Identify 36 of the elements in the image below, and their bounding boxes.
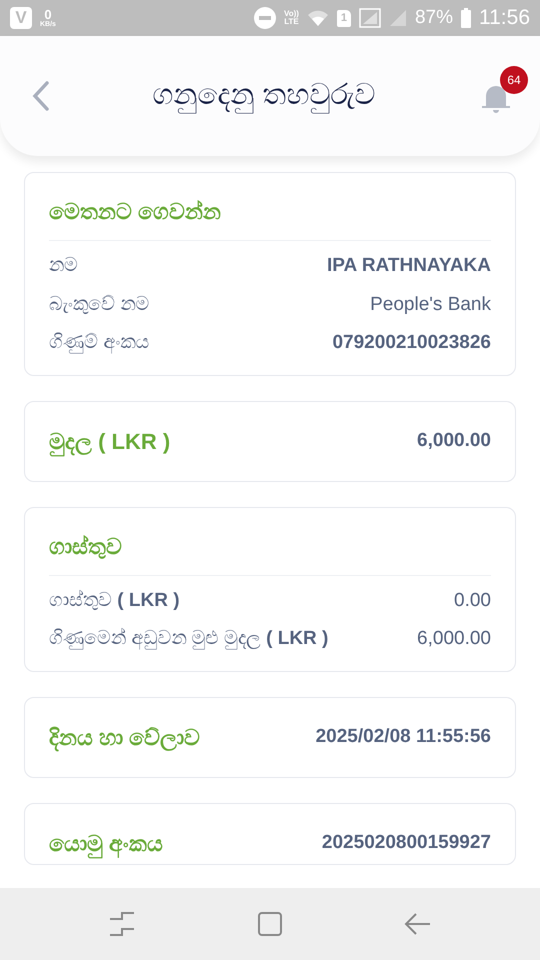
wifi-icon: [306, 9, 329, 27]
section-title: මෙතනට ගෙවන්න: [49, 198, 222, 226]
page-title: ගනුදෙනු තහවුරුව: [152, 78, 376, 116]
field-value: 6,000.00: [417, 627, 491, 651]
signal-icon: [388, 9, 407, 27]
field-value: 0.00: [454, 588, 491, 612]
home-icon[interactable]: [256, 911, 283, 937]
back-button[interactable]: [30, 80, 52, 112]
battery-icon: [461, 8, 471, 28]
battery-percent: 87%: [414, 6, 453, 30]
field-label: ගිණුමෙන් අඩුවන මුළු මුදල ( LKR ): [49, 627, 328, 652]
field-label: නම: [49, 254, 78, 278]
field-value: People's Bank: [370, 292, 491, 316]
clock: 11:56: [479, 5, 530, 32]
field-value: 079200210023826: [332, 331, 491, 355]
do-not-disturb-icon: [254, 7, 276, 29]
app-notification-icon: V: [10, 7, 32, 29]
signal-icon: [358, 8, 381, 28]
recent-apps-icon[interactable]: [108, 911, 136, 937]
section-title: මුදල ( LKR ): [49, 424, 170, 458]
section-title: ගාස්තුව: [49, 532, 123, 561]
back-icon[interactable]: [404, 912, 432, 936]
field-value: 6,000.00: [417, 428, 491, 453]
lte-label: LTE: [284, 18, 299, 26]
field-value: IPA RATHNAYAKA: [327, 254, 491, 278]
sim-icon: 1: [336, 10, 351, 26]
field-value: 2025/02/08 11:55:56: [316, 724, 491, 749]
volte-label: Vo)): [284, 10, 299, 18]
section-title: යොමු අංකය: [49, 826, 164, 860]
field-value: 2025020800159927: [322, 830, 491, 855]
field-label: බැංකුවේ නම: [49, 292, 150, 316]
network-speed: 0: [44, 8, 52, 21]
field-label: ගිණුම් අංකය: [49, 331, 150, 356]
section-title: දිනය හා වේලාව: [49, 724, 200, 754]
field-label: ගාස්තුව ( LKR ): [49, 588, 180, 612]
notification-count: 64: [500, 66, 528, 94]
